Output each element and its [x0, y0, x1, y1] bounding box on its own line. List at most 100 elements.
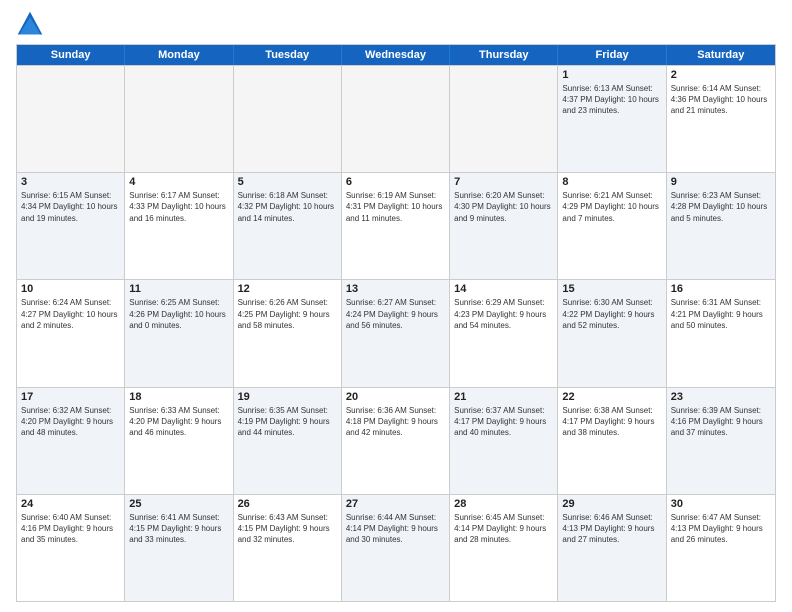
day-info: Sunrise: 6:38 AM Sunset: 4:17 PM Dayligh…: [562, 405, 661, 439]
day-info: Sunrise: 6:47 AM Sunset: 4:13 PM Dayligh…: [671, 512, 771, 546]
day-info: Sunrise: 6:29 AM Sunset: 4:23 PM Dayligh…: [454, 297, 553, 331]
day-number: 21: [454, 391, 553, 403]
day-cell-30: 30 Sunrise: 6:47 AM Sunset: 4:13 PM Dayli…: [667, 495, 775, 601]
day-cell-4: 4 Sunrise: 6:17 AM Sunset: 4:33 PM Daylig…: [125, 173, 233, 279]
day-number: 6: [346, 176, 445, 188]
day-number: 7: [454, 176, 553, 188]
day-cell-16: 16 Sunrise: 6:31 AM Sunset: 4:21 PM Dayli…: [667, 280, 775, 386]
calendar: SundayMondayTuesdayWednesdayThursdayFrid…: [16, 44, 776, 602]
day-cell-22: 22 Sunrise: 6:38 AM Sunset: 4:17 PM Dayli…: [558, 388, 666, 494]
day-info: Sunrise: 6:26 AM Sunset: 4:25 PM Dayligh…: [238, 297, 337, 331]
day-info: Sunrise: 6:39 AM Sunset: 4:16 PM Dayligh…: [671, 405, 771, 439]
day-cell-19: 19 Sunrise: 6:35 AM Sunset: 4:19 PM Dayli…: [234, 388, 342, 494]
day-cell-26: 26 Sunrise: 6:43 AM Sunset: 4:15 PM Dayli…: [234, 495, 342, 601]
day-info: Sunrise: 6:36 AM Sunset: 4:18 PM Dayligh…: [346, 405, 445, 439]
day-cell-17: 17 Sunrise: 6:32 AM Sunset: 4:20 PM Dayli…: [17, 388, 125, 494]
day-number: 17: [21, 391, 120, 403]
day-info: Sunrise: 6:32 AM Sunset: 4:20 PM Dayligh…: [21, 405, 120, 439]
day-number: 18: [129, 391, 228, 403]
day-cell-9: 9 Sunrise: 6:23 AM Sunset: 4:28 PM Daylig…: [667, 173, 775, 279]
day-cell-5: 5 Sunrise: 6:18 AM Sunset: 4:32 PM Daylig…: [234, 173, 342, 279]
day-number: 9: [671, 176, 771, 188]
day-cell-3: 3 Sunrise: 6:15 AM Sunset: 4:34 PM Daylig…: [17, 173, 125, 279]
day-number: 22: [562, 391, 661, 403]
day-number: 12: [238, 283, 337, 295]
weekday-header-friday: Friday: [558, 45, 666, 65]
empty-cell: [125, 66, 233, 172]
calendar-header: SundayMondayTuesdayWednesdayThursdayFrid…: [17, 45, 775, 65]
day-info: Sunrise: 6:18 AM Sunset: 4:32 PM Dayligh…: [238, 190, 337, 224]
day-cell-11: 11Sunrise: 6:25 AM Sunset: 4:26 PM Dayli…: [125, 280, 233, 386]
day-cell-2: 2Sunrise: 6:14 AM Sunset: 4:36 PM Daylig…: [667, 66, 775, 172]
weekday-header-monday: Monday: [125, 45, 233, 65]
day-cell-8: 8 Sunrise: 6:21 AM Sunset: 4:29 PM Daylig…: [558, 173, 666, 279]
day-number: 13: [346, 283, 445, 295]
day-info: Sunrise: 6:37 AM Sunset: 4:17 PM Dayligh…: [454, 405, 553, 439]
day-info: Sunrise: 6:31 AM Sunset: 4:21 PM Dayligh…: [671, 297, 771, 331]
day-info: Sunrise: 6:23 AM Sunset: 4:28 PM Dayligh…: [671, 190, 771, 224]
day-cell-21: 21 Sunrise: 6:37 AM Sunset: 4:17 PM Dayli…: [450, 388, 558, 494]
day-info: Sunrise: 6:21 AM Sunset: 4:29 PM Dayligh…: [562, 190, 661, 224]
weekday-header-sunday: Sunday: [17, 45, 125, 65]
day-number: 27: [346, 498, 445, 510]
day-cell-14: 14 Sunrise: 6:29 AM Sunset: 4:23 PM Dayli…: [450, 280, 558, 386]
day-number: 1: [562, 69, 661, 81]
day-number: 11: [129, 283, 228, 295]
empty-cell: [234, 66, 342, 172]
empty-cell: [450, 66, 558, 172]
weekday-header-thursday: Thursday: [450, 45, 558, 65]
day-cell-13: 13 Sunrise: 6:27 AM Sunset: 4:24 PM Dayli…: [342, 280, 450, 386]
day-number: 3: [21, 176, 120, 188]
day-info: Sunrise: 6:44 AM Sunset: 4:14 PM Dayligh…: [346, 512, 445, 546]
calendar-body: 1 Sunrise: 6:13 AM Sunset: 4:37 PM Daylig…: [17, 65, 775, 601]
day-cell-28: 28Sunrise: 6:45 AM Sunset: 4:14 PM Dayli…: [450, 495, 558, 601]
day-number: 8: [562, 176, 661, 188]
day-info: Sunrise: 6:15 AM Sunset: 4:34 PM Dayligh…: [21, 190, 120, 224]
day-number: 29: [562, 498, 661, 510]
day-info: Sunrise: 6:30 AM Sunset: 4:22 PM Dayligh…: [562, 297, 661, 331]
header: [16, 10, 776, 38]
day-number: 4: [129, 176, 228, 188]
day-info: Sunrise: 6:46 AM Sunset: 4:13 PM Dayligh…: [562, 512, 661, 546]
day-number: 20: [346, 391, 445, 403]
day-number: 15: [562, 283, 661, 295]
day-info: Sunrise: 6:19 AM Sunset: 4:31 PM Dayligh…: [346, 190, 445, 224]
day-cell-10: 10 Sunrise: 6:24 AM Sunset: 4:27 PM Dayli…: [17, 280, 125, 386]
day-number: 16: [671, 283, 771, 295]
day-number: 5: [238, 176, 337, 188]
day-info: Sunrise: 6:35 AM Sunset: 4:19 PM Dayligh…: [238, 405, 337, 439]
calendar-row-4: 17 Sunrise: 6:32 AM Sunset: 4:20 PM Dayli…: [17, 387, 775, 494]
day-cell-1: 1 Sunrise: 6:13 AM Sunset: 4:37 PM Daylig…: [558, 66, 666, 172]
day-info: Sunrise: 6:17 AM Sunset: 4:33 PM Dayligh…: [129, 190, 228, 224]
weekday-header-wednesday: Wednesday: [342, 45, 450, 65]
day-number: 23: [671, 391, 771, 403]
day-number: 28: [454, 498, 553, 510]
day-info: Sunrise: 6:27 AM Sunset: 4:24 PM Dayligh…: [346, 297, 445, 331]
empty-cell: [17, 66, 125, 172]
day-number: 19: [238, 391, 337, 403]
day-number: 14: [454, 283, 553, 295]
day-cell-7: 7Sunrise: 6:20 AM Sunset: 4:30 PM Daylig…: [450, 173, 558, 279]
calendar-row-3: 10 Sunrise: 6:24 AM Sunset: 4:27 PM Dayli…: [17, 279, 775, 386]
day-cell-15: 15 Sunrise: 6:30 AM Sunset: 4:22 PM Dayli…: [558, 280, 666, 386]
day-info: Sunrise: 6:14 AM Sunset: 4:36 PM Dayligh…: [671, 83, 771, 117]
day-cell-29: 29 Sunrise: 6:46 AM Sunset: 4:13 PM Dayli…: [558, 495, 666, 601]
day-number: 30: [671, 498, 771, 510]
day-info: Sunrise: 6:24 AM Sunset: 4:27 PM Dayligh…: [21, 297, 120, 331]
day-number: 25: [129, 498, 228, 510]
day-info: Sunrise: 6:41 AM Sunset: 4:15 PM Dayligh…: [129, 512, 228, 546]
day-info: Sunrise: 6:43 AM Sunset: 4:15 PM Dayligh…: [238, 512, 337, 546]
page: SundayMondayTuesdayWednesdayThursdayFrid…: [0, 0, 792, 612]
day-number: 24: [21, 498, 120, 510]
logo-icon: [16, 10, 44, 38]
day-cell-23: 23 Sunrise: 6:39 AM Sunset: 4:16 PM Dayli…: [667, 388, 775, 494]
calendar-row-1: 1 Sunrise: 6:13 AM Sunset: 4:37 PM Daylig…: [17, 65, 775, 172]
calendar-row-2: 3 Sunrise: 6:15 AM Sunset: 4:34 PM Daylig…: [17, 172, 775, 279]
day-number: 10: [21, 283, 120, 295]
day-info: Sunrise: 6:13 AM Sunset: 4:37 PM Dayligh…: [562, 83, 661, 117]
day-cell-27: 27 Sunrise: 6:44 AM Sunset: 4:14 PM Dayli…: [342, 495, 450, 601]
day-number: 26: [238, 498, 337, 510]
weekday-header-tuesday: Tuesday: [234, 45, 342, 65]
day-cell-12: 12 Sunrise: 6:26 AM Sunset: 4:25 PM Dayli…: [234, 280, 342, 386]
day-info: Sunrise: 6:33 AM Sunset: 4:20 PM Dayligh…: [129, 405, 228, 439]
